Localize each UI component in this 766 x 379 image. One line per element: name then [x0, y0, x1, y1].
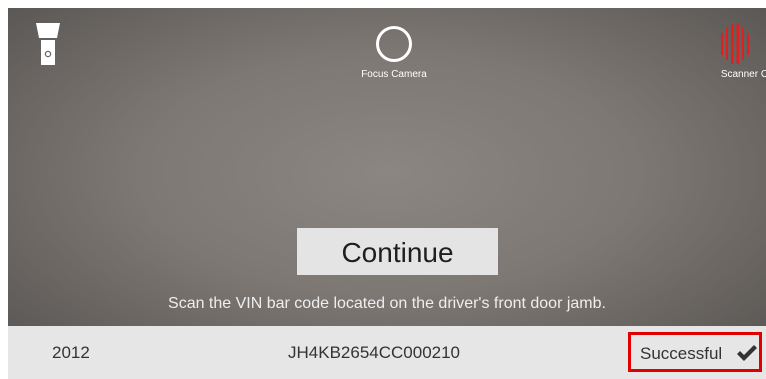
flashlight-toggle[interactable]: [35, 20, 61, 68]
scanner-off-label: Scanner Off: [720, 69, 766, 80]
flashlight-icon: [36, 23, 60, 65]
check-icon: [737, 345, 757, 361]
focus-camera-button[interactable]: Focus Camera: [338, 18, 458, 84]
scanner-screen: Focus Camera Scanner Off Continue Scan t…: [0, 0, 766, 379]
scan-instruction-text: Scan the VIN bar code located on the dri…: [168, 295, 606, 312]
barcode-scanner-icon: [721, 24, 749, 64]
scanner-toggle-button[interactable]: Scanner Off: [698, 18, 766, 84]
focus-ring-icon: [376, 26, 412, 62]
scan-status-text: Successful: [640, 344, 723, 363]
vehicle-year: 2012: [52, 343, 90, 362]
scan-result-bar: 2012 JH4KB2654CC000210 Successful: [8, 326, 766, 379]
focus-camera-label: Focus Camera: [361, 69, 427, 80]
continue-button[interactable]: Continue: [297, 228, 498, 275]
camera-viewfinder[interactable]: Focus Camera Scanner Off Continue: [8, 8, 766, 326]
vin-number: JH4KB2654CC000210: [288, 343, 461, 362]
scan-status-badge: Successful: [628, 332, 762, 372]
